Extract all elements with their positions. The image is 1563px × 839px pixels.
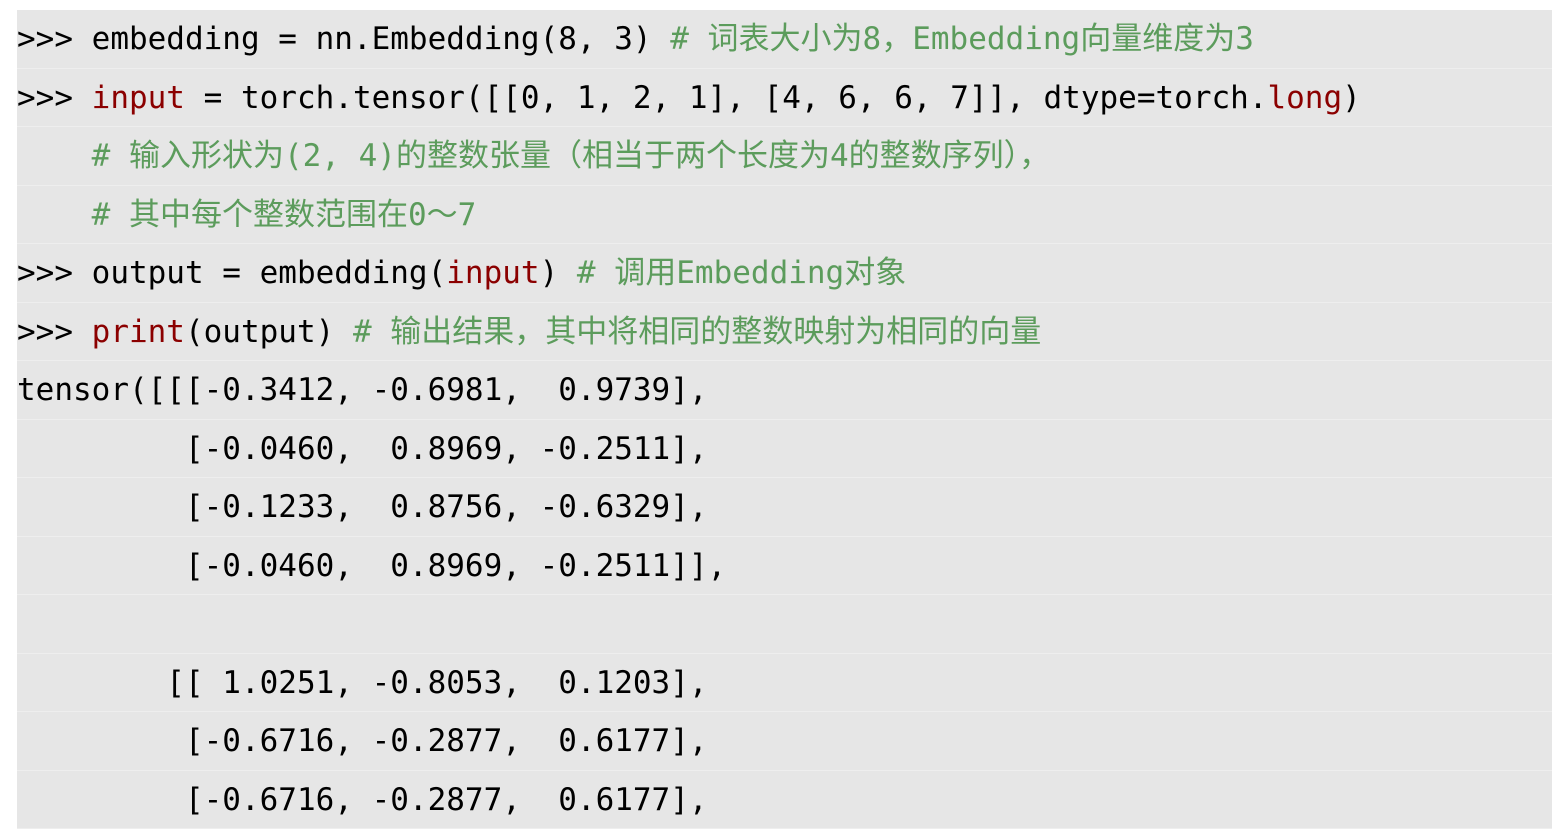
- code-line: # 其中每个整数范围在0～7: [17, 186, 1552, 244]
- code-line: # 输入形状为(2, 4)的整数张量（相当于两个长度为4的整数序列），: [17, 127, 1552, 186]
- code-line: >>> embedding = nn.Embedding(8, 3) # 词表大…: [17, 10, 1552, 69]
- code-line: tensor([[[-0.3412, -0.6981, 0.9739],: [17, 361, 1552, 420]
- code-line: [17, 595, 1552, 654]
- code-text: >>> output = embedding(: [17, 255, 447, 291]
- code-text: [-0.0460, 0.8969, -0.2511],: [17, 430, 708, 467]
- code-keyword: input: [91, 79, 185, 116]
- code-text: [-0.6716, -0.2877, 0.6177],: [17, 781, 708, 818]
- code-text: [-0.0460, 0.8969, -0.2511]],: [17, 547, 727, 584]
- code-line: >>> input = torch.tensor([[0, 1, 2, 1], …: [17, 69, 1552, 127]
- code-text: >>>: [17, 79, 92, 116]
- code-block: >>> embedding = nn.Embedding(8, 3) # 词表大…: [17, 10, 1552, 829]
- code-text: >>> embedding = nn.Embedding(8, 3): [17, 21, 671, 57]
- code-comment: # 输入形状为(2, 4)的整数张量（相当于两个长度为4的整数序列），: [91, 138, 1051, 174]
- code-line: [-0.6716, -0.2877, 0.6177],: [17, 712, 1552, 771]
- code-keyword: long: [1267, 79, 1343, 116]
- code-line: [[ 1.0251, -0.8053, 0.1203],: [17, 654, 1552, 712]
- code-keyword: print: [91, 313, 185, 350]
- code-comment: # 其中每个整数范围在0～7: [91, 196, 477, 233]
- code-line: [-0.1233, 0.8756, -0.6329],: [17, 478, 1552, 537]
- code-text: (output): [184, 313, 353, 350]
- code-text: ): [1342, 79, 1361, 116]
- code-line: [-0.6716, -0.2877, 0.6177],: [17, 771, 1552, 829]
- code-text: [-0.1233, 0.8756, -0.6329],: [17, 489, 708, 525]
- code-comment: # 输出结果，其中将相同的整数映射为相同的向量: [352, 313, 1042, 350]
- code-line: >>> print(output) # 输出结果，其中将相同的整数映射为相同的向…: [17, 303, 1552, 361]
- code-text: ): [539, 255, 577, 291]
- code-line: >>> output = embedding(input) # 调用Embedd…: [17, 244, 1552, 303]
- code-comment: # 调用Embedding对象: [576, 255, 907, 291]
- code-text: = torch.tensor([[0, 1, 2, 1], [4, 6, 6, …: [184, 79, 1268, 116]
- code-line: [-0.0460, 0.8969, -0.2511]],: [17, 537, 1552, 595]
- code-text: >>>: [17, 313, 92, 350]
- code-comment: # 词表大小为8，Embedding向量维度为3: [670, 21, 1254, 57]
- code-keyword: input: [446, 255, 540, 291]
- code-text: [-0.6716, -0.2877, 0.6177],: [17, 723, 708, 759]
- code-text: tensor([[[-0.3412, -0.6981, 0.9739],: [17, 372, 708, 408]
- code-line: [-0.0460, 0.8969, -0.2511],: [17, 420, 1552, 478]
- code-text: [[ 1.0251, -0.8053, 0.1203],: [17, 664, 708, 701]
